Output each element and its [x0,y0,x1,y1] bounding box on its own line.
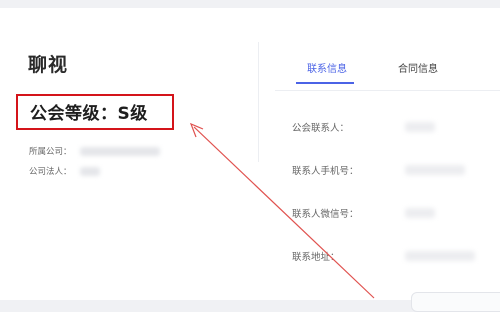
panel-divider [258,42,259,162]
tabs-baseline [275,90,500,91]
tab-contact-info[interactable]: 联系信息 [307,60,347,75]
legal-person-label: 公司法人： [29,167,72,177]
guild-summary-panel: 聊视 公会等级：S级 所属公司： 公司法人： [0,8,258,300]
legal-person-value-redacted [79,167,100,176]
contact-address-label: 联系地址： [292,252,340,263]
contact-phone-label: 联系人手机号： [292,166,359,177]
company-value-redacted [79,147,160,156]
contact-phone-value-redacted [405,165,465,175]
active-tab-indicator [296,82,354,84]
company-label: 所属公司： [29,147,72,157]
contact-wechat-label: 联系人微信号： [292,209,359,220]
guild-level: 公会等级：S级 [30,104,148,124]
guild-name: 聊视 [28,54,69,76]
tab-contract-info[interactable]: 合同信息 [398,60,438,75]
contact-person-value-redacted [405,122,435,132]
corner-panel [411,292,500,312]
contact-wechat-value-redacted [405,208,435,218]
legal-person-field: 公司法人： [29,165,100,177]
contact-person-label: 公会联系人： [292,123,350,134]
company-field: 所属公司： [29,145,160,157]
guild-detail-card: 聊视 公会等级：S级 所属公司： 公司法人： 联系信息 合同信息 公会联系人： … [0,8,500,312]
contact-address-value-redacted [405,251,475,261]
